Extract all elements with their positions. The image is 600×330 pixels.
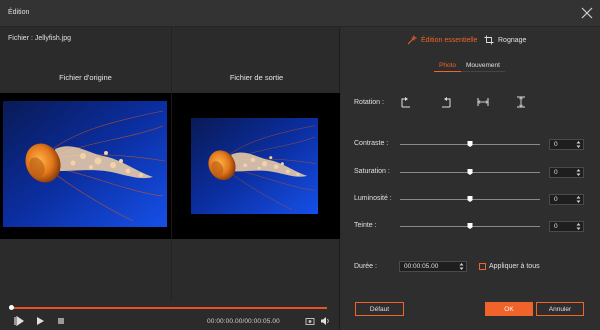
stepper-arrows-icon[interactable] xyxy=(576,222,581,231)
volume-icon[interactable] xyxy=(320,316,330,326)
play-icon[interactable] xyxy=(14,315,25,327)
window-title: Édition xyxy=(8,9,30,16)
hue-label: Teinte : xyxy=(354,222,377,229)
play-icon-2[interactable] xyxy=(35,316,45,326)
flip-vertical-icon[interactable] xyxy=(515,96,527,108)
output-image xyxy=(191,118,318,214)
duration-label: Durée : xyxy=(354,263,377,270)
title-bar xyxy=(0,0,600,27)
preview-strip-divider xyxy=(171,93,172,239)
ok-button[interactable]: OK xyxy=(485,302,533,316)
tab-crop[interactable]: Rognage xyxy=(484,35,526,45)
hue-value: 0 xyxy=(554,223,558,230)
default-button[interactable]: Défaut xyxy=(355,302,404,316)
crop-icon xyxy=(484,35,494,45)
duration-input[interactable]: 00:00:05.00 xyxy=(399,261,467,272)
contrast-stepper[interactable]: 0 xyxy=(549,139,584,150)
stop-icon[interactable] xyxy=(56,316,66,326)
magic-wand-icon xyxy=(407,35,417,45)
subtab-photo[interactable]: Photo xyxy=(434,60,461,72)
timecode: 00:00:00.00/00:00:05.00 xyxy=(207,318,280,325)
subtab-movement[interactable]: Mouvement xyxy=(461,60,505,72)
rotation-label: Rotation : xyxy=(354,99,384,106)
cancel-button[interactable]: Annuler xyxy=(536,302,584,316)
tab-essential-label: Édition essentielle xyxy=(421,36,478,44)
rotate-left-icon[interactable] xyxy=(440,96,452,108)
original-image xyxy=(3,101,167,227)
flip-horizontal-icon[interactable] xyxy=(477,96,489,108)
apply-all-label: Appliquer à tous xyxy=(489,263,540,270)
stepper-arrows-icon[interactable] xyxy=(576,168,581,177)
contrast-value: 0 xyxy=(554,141,558,148)
saturation-value: 0 xyxy=(554,169,558,176)
progress-handle[interactable] xyxy=(9,305,14,310)
hue-stepper[interactable]: 0 xyxy=(549,221,584,232)
apply-all-checkbox[interactable] xyxy=(479,263,486,270)
saturation-label: Saturation : xyxy=(354,168,390,175)
settings-panel xyxy=(341,27,600,330)
tab-crop-label: Rognage xyxy=(498,36,527,44)
close-icon[interactable] xyxy=(581,7,593,19)
rotate-right-icon[interactable] xyxy=(400,96,412,108)
duration-value: 00:00:05.00 xyxy=(404,263,439,270)
original-file-title: Fichier d'origine xyxy=(59,73,112,82)
brightness-value: 0 xyxy=(554,196,558,203)
stepper-arrows-icon[interactable] xyxy=(459,262,464,271)
output-file-title: Fichier de sortie xyxy=(229,73,284,82)
stepper-arrows-icon[interactable] xyxy=(576,140,581,149)
brightness-label: Luminosité : xyxy=(354,195,392,202)
contrast-label: Contraste : xyxy=(354,140,389,147)
stepper-arrows-icon[interactable] xyxy=(576,195,581,204)
file-name-label: Fichier : Jellyfish.jpg xyxy=(8,35,72,42)
snapshot-icon[interactable] xyxy=(305,316,315,326)
tab-essential-edit[interactable]: Édition essentielle xyxy=(407,35,477,45)
progress-bar[interactable] xyxy=(9,307,327,309)
saturation-stepper[interactable]: 0 xyxy=(549,167,584,178)
brightness-stepper[interactable]: 0 xyxy=(549,194,584,205)
